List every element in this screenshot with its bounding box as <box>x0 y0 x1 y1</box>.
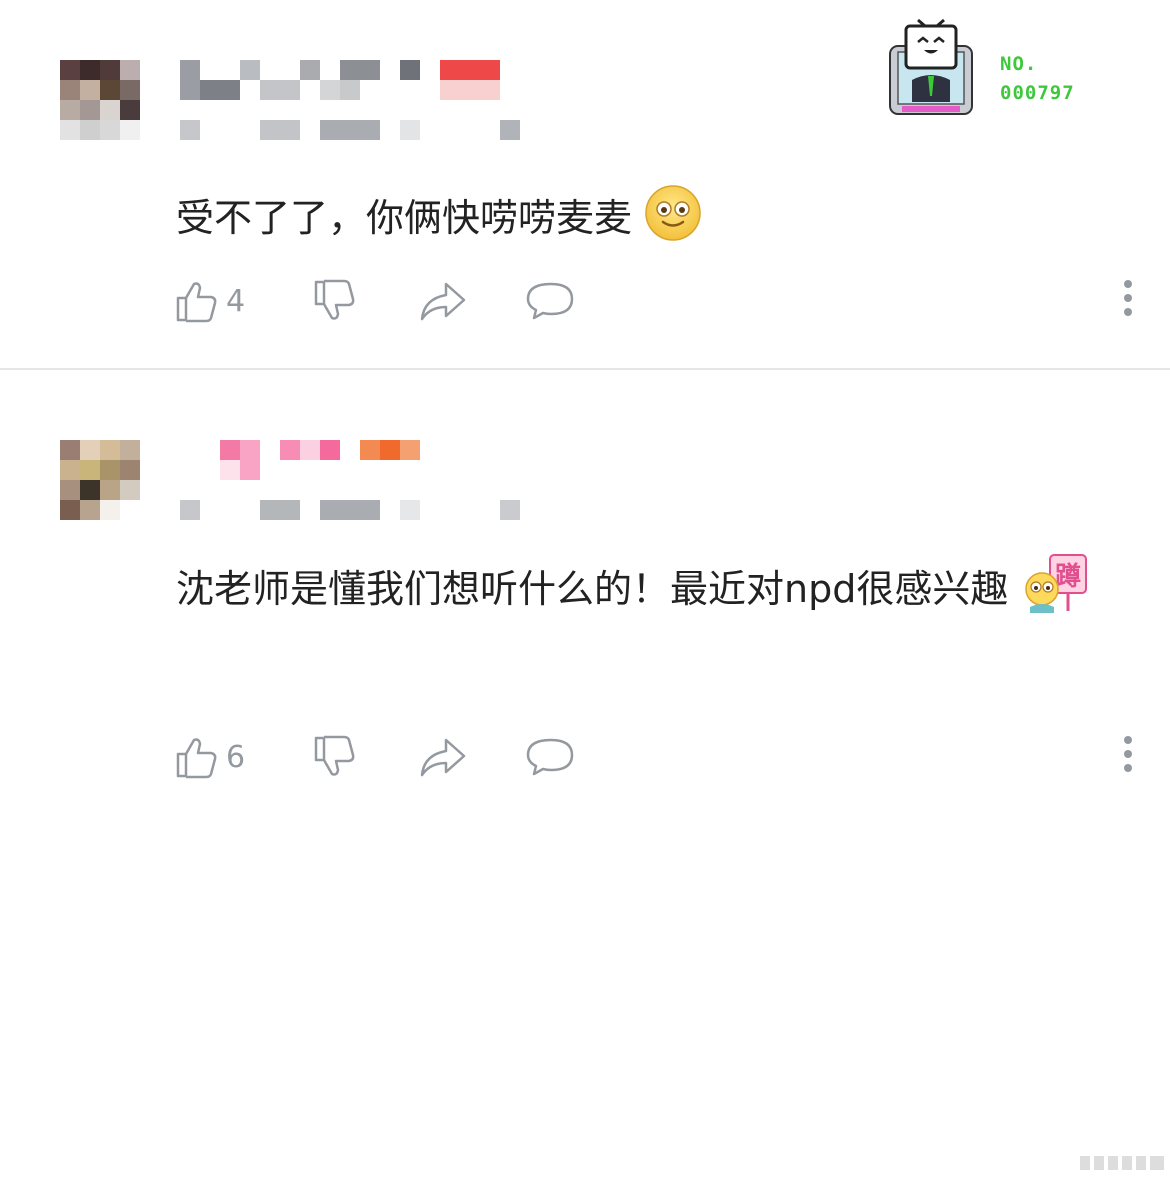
tv-mascot-badge-icon <box>888 16 974 116</box>
comment-text: 沈老师是懂我们想听什么的！最近对npd很感兴趣 蹲 <box>176 553 1106 630</box>
badge-number-value: 000797 <box>1000 82 1075 104</box>
comment-actions: 4 <box>174 276 1134 326</box>
meta-blurred <box>180 500 520 520</box>
meta-blurred <box>180 120 520 140</box>
comment-actions: 6 <box>174 732 1134 782</box>
squat-sign-emoji-icon: 蹲 <box>1020 553 1090 630</box>
watermark-icon <box>1078 1148 1170 1178</box>
username-blurred[interactable] <box>180 60 520 100</box>
share-button[interactable] <box>418 732 468 782</box>
more-icon[interactable] <box>1118 736 1138 780</box>
comment-item: 沈老师是懂我们想听什么的！最近对npd很感兴趣 蹲 6 <box>0 370 1170 1170</box>
svg-text:蹲: 蹲 <box>1055 562 1081 592</box>
share-button[interactable] <box>418 276 468 326</box>
reply-button[interactable] <box>526 732 576 782</box>
smile-emoji-icon <box>644 184 702 257</box>
username-blurred[interactable] <box>180 440 440 480</box>
comment-item: NO. 000797 受不了了，你俩快唠唠麦麦 4 <box>0 0 1170 368</box>
comment-text: 受不了了，你俩快唠唠麦麦 <box>176 184 702 257</box>
more-icon[interactable] <box>1118 280 1138 324</box>
share-icon <box>420 282 466 321</box>
reply-icon <box>526 282 574 320</box>
comment-text-content: 沈老师是懂我们想听什么的！最近对npd很感兴趣 <box>176 567 1009 611</box>
avatar[interactable] <box>60 440 140 520</box>
thumb-up-icon <box>176 282 217 323</box>
like-count: 4 <box>226 283 246 319</box>
thumb-down-icon <box>314 279 355 320</box>
avatar[interactable] <box>60 60 140 140</box>
share-icon <box>420 738 466 777</box>
comment-text-content: 受不了了，你俩快唠唠麦麦 <box>176 196 633 240</box>
thumb-up-icon <box>176 738 217 779</box>
like-count: 6 <box>226 739 246 775</box>
reply-icon <box>526 738 574 776</box>
thumb-down-icon <box>314 735 355 776</box>
reply-button[interactable] <box>526 276 576 326</box>
like-button[interactable]: 4 <box>174 276 245 326</box>
badge-number-label: NO. <box>1000 53 1038 75</box>
dislike-button[interactable] <box>312 732 358 782</box>
dislike-button[interactable] <box>312 276 358 326</box>
like-button[interactable]: 6 <box>174 732 245 782</box>
badge-number: NO. 000797 <box>1000 50 1075 108</box>
